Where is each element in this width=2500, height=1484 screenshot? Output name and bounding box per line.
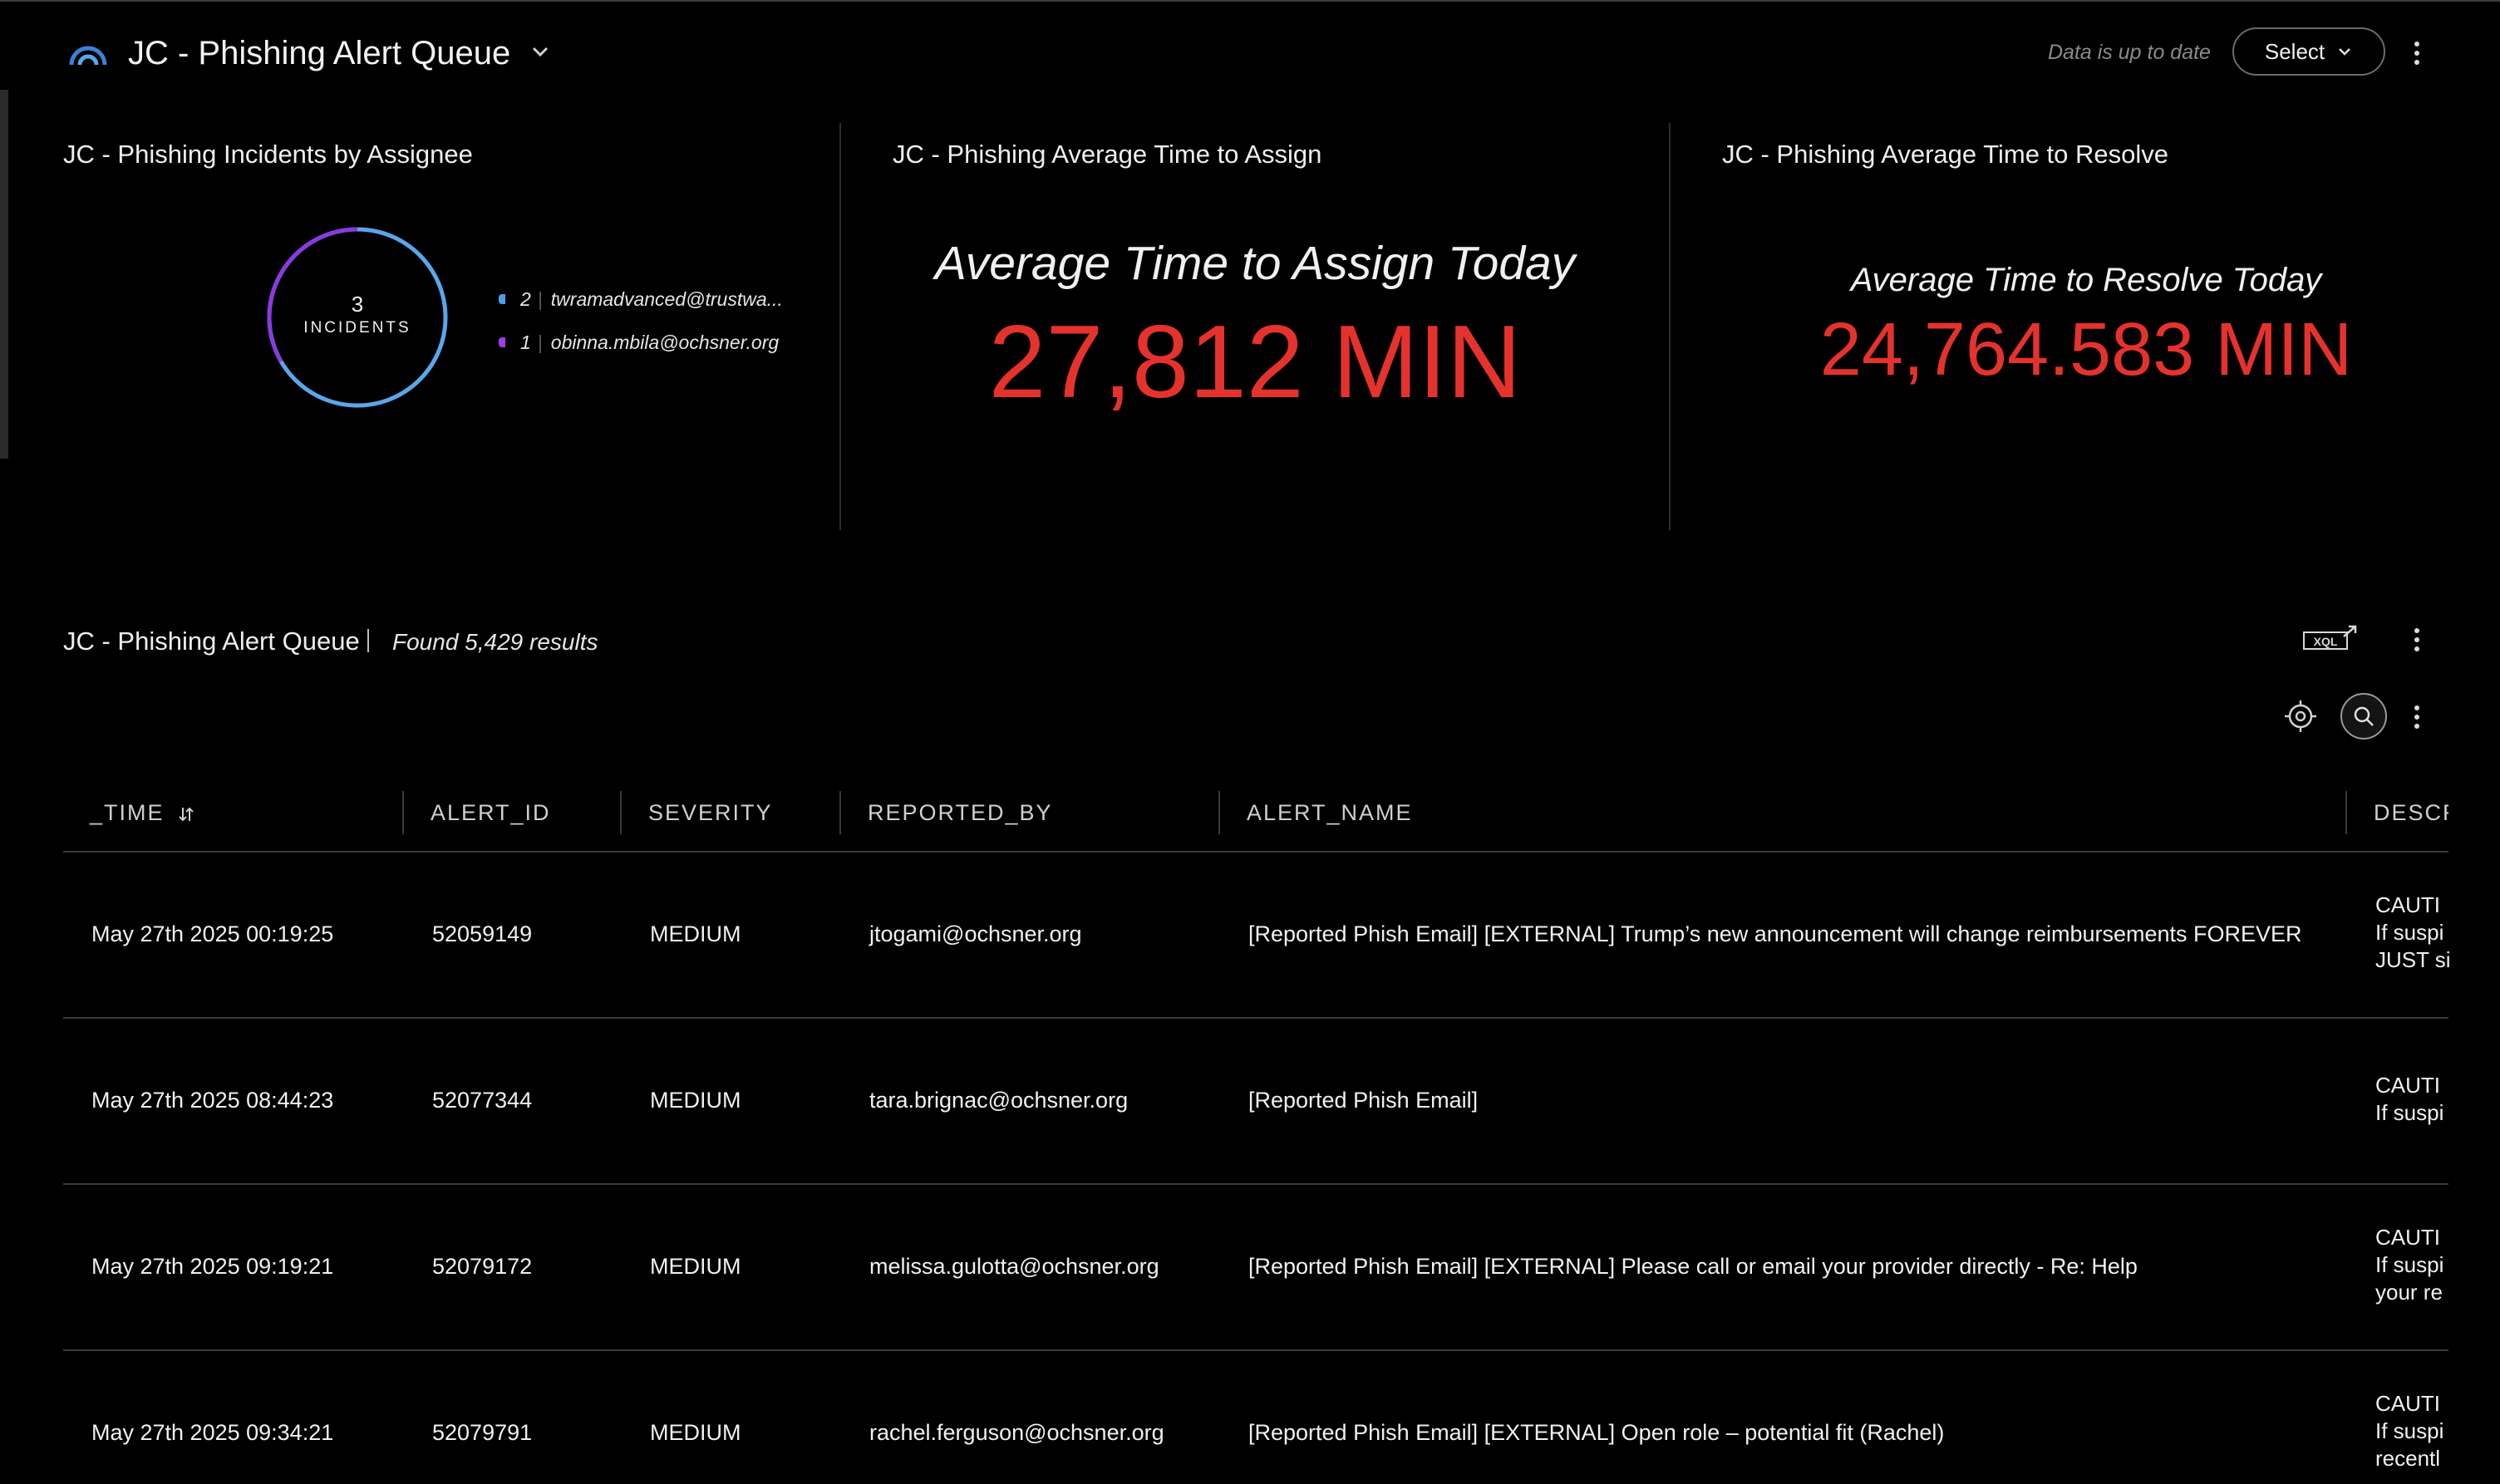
cell-alert-id: 52059149 — [432, 921, 533, 946]
cell-severity: MEDIUM — [650, 921, 741, 946]
column-header-severity[interactable]: SEVERITY — [648, 794, 773, 831]
cell-time: May 27th 2025 08:44:23 — [91, 1088, 334, 1113]
column-header-reported-by[interactable]: REPORTED_BY — [868, 794, 1053, 831]
table-more-menu-icon[interactable] — [2410, 623, 2424, 656]
description-line: your re — [2375, 1280, 2443, 1305]
cell-severity: MEDIUM — [650, 1088, 741, 1113]
cell-alert-name: [Reported Phish Email] [EXTERNAL] Trump’… — [1248, 921, 2302, 946]
table-row[interactable]: May 27th 2025 09:34:21 52079791 MEDIUM r… — [0, 1351, 2500, 1484]
legend-assignee: twramadvanced@trustwa... — [550, 287, 783, 310]
column-divider[interactable] — [2345, 791, 2347, 834]
cell-time: May 27th 2025 00:19:25 — [91, 921, 334, 946]
xql-link-icon[interactable]: XQL — [2302, 625, 2360, 653]
legend-count: 1 — [520, 331, 531, 353]
description-line: If suspi — [2375, 1252, 2444, 1277]
column-label: _TIME — [90, 800, 165, 825]
description-line: CAUTI — [2375, 1073, 2440, 1098]
cell-reported-by: melissa.gulotta@ochsner.org — [869, 1254, 1159, 1279]
donut-center-label: 3 INCIDENTS — [264, 291, 450, 339]
column-header-time[interactable]: _TIME — [90, 794, 195, 831]
table-options-menu-icon[interactable] — [2410, 700, 2424, 734]
cell-severity: MEDIUM — [650, 1254, 741, 1279]
top-border — [0, 0, 2500, 2]
description-line: recentl — [2375, 1446, 2441, 1471]
description-line: CAUTI — [2375, 1225, 2440, 1250]
cell-alert-id: 52079791 — [432, 1420, 533, 1445]
cell-description: CAUTI If suspi JUST si — [2375, 892, 2450, 974]
column-divider[interactable] — [1218, 791, 1220, 834]
search-button[interactable] — [2340, 693, 2387, 740]
description-line: JUST si — [2375, 947, 2450, 972]
description-line: If suspi — [2375, 1418, 2444, 1443]
incident-total-label: INCIDENTS — [303, 319, 411, 337]
legend-divider: | — [537, 331, 543, 353]
cell-description: CAUTI If suspi your re — [2375, 1224, 2450, 1306]
legend-item[interactable]: 1 | obinna.mbila@ochsner.org — [499, 327, 783, 357]
cell-time: May 27th 2025 09:34:21 — [91, 1420, 334, 1445]
dashboard-title[interactable]: JC - Phishing Alert Queue — [128, 30, 510, 76]
cell-alert-name: [Reported Phish Email] [EXTERNAL] Please… — [1248, 1254, 2138, 1279]
description-line: If suspi — [2375, 1100, 2444, 1125]
description-line: If suspi — [2375, 920, 2444, 945]
widget-divider — [1669, 123, 1671, 530]
assignee-widget-title: JC - Phishing Incidents by Assignee — [63, 140, 473, 169]
assign-widget-title: JC - Phishing Average Time to Assign — [893, 140, 1322, 169]
incident-total: 3 — [351, 292, 364, 317]
cell-severity: MEDIUM — [650, 1420, 741, 1445]
cell-alert-id: 52077344 — [432, 1088, 533, 1113]
resolve-widget-title: JC - Phishing Average Time to Resolve — [1722, 140, 2169, 169]
cell-alert-name: [Reported Phish Email] — [1248, 1088, 1479, 1113]
legend-color-swatch — [499, 294, 505, 304]
select-dropdown-button[interactable]: Select — [2232, 27, 2385, 76]
column-divider[interactable] — [620, 791, 622, 834]
dashboard-more-menu-icon[interactable] — [2410, 37, 2424, 70]
table-row[interactable]: May 27th 2025 09:19:21 52079172 MEDIUM m… — [0, 1185, 2500, 1349]
assign-kpi-label: Average Time to Assign Today — [934, 237, 1576, 290]
left-scroll-indicator[interactable] — [0, 90, 8, 459]
legend-divider: | — [537, 287, 543, 310]
table-title: JC - Phishing Alert Queue — [63, 627, 360, 656]
legend-item[interactable]: 2 | twramadvanced@trustwa... — [499, 284, 783, 314]
cell-reported-by: rachel.ferguson@ochsner.org — [869, 1420, 1164, 1445]
search-icon — [2354, 706, 2374, 726]
sort-icon[interactable] — [177, 805, 195, 823]
cell-description: CAUTI If suspi recentl — [2375, 1390, 2450, 1472]
cell-reported-by: jtogami@ochsner.org — [869, 921, 1082, 946]
data-status-text: Data is up to date — [2048, 41, 2211, 64]
table-row[interactable]: May 27th 2025 00:19:25 52059149 MEDIUM j… — [0, 853, 2500, 1017]
select-label: Select — [2264, 38, 2325, 64]
cell-time: May 27th 2025 09:19:21 — [91, 1254, 334, 1279]
title-divider — [367, 629, 369, 652]
description-line: CAUTI — [2375, 892, 2440, 917]
resolve-kpi-label: Average Time to Resolve Today — [1850, 262, 2322, 298]
dashboard-logo-icon — [69, 46, 107, 66]
xql-label: XQL — [2314, 635, 2338, 648]
resolve-kpi-value: 24,764.583 MIN — [1819, 308, 2353, 391]
assign-kpi-value: 27,812 MIN — [988, 305, 1522, 420]
table-row[interactable]: May 27th 2025 08:44:23 52077344 MEDIUM t… — [0, 1019, 2500, 1183]
legend-color-swatch — [499, 337, 505, 347]
cell-reported-by: tara.brignac@ochsner.org — [869, 1088, 1129, 1113]
legend-assignee: obinna.mbila@ochsner.org — [550, 331, 780, 353]
cell-description: CAUTI If suspi — [2375, 1072, 2450, 1127]
description-line: CAUTI — [2375, 1391, 2440, 1416]
assignee-legend: 2 | twramadvanced@trustwa... 1 | obinna.… — [499, 284, 783, 357]
column-divider[interactable] — [839, 791, 841, 834]
chevron-down-icon — [2339, 48, 2351, 56]
chevron-down-icon[interactable] — [529, 40, 552, 63]
cell-alert-id: 52079172 — [432, 1254, 533, 1279]
column-header-description[interactable]: DESCR — [2374, 794, 2448, 831]
column-divider[interactable] — [402, 791, 404, 834]
legend-count: 2 — [520, 287, 531, 310]
refresh-icon[interactable] — [2282, 698, 2319, 735]
results-count: Found 5,429 results — [392, 629, 598, 655]
column-header-alert-id[interactable]: ALERT_ID — [431, 794, 551, 831]
column-header-alert-name[interactable]: ALERT_NAME — [1247, 794, 1413, 831]
cell-alert-name: [Reported Phish Email] [EXTERNAL] Open r… — [1248, 1420, 1945, 1445]
widget-divider — [839, 123, 841, 530]
